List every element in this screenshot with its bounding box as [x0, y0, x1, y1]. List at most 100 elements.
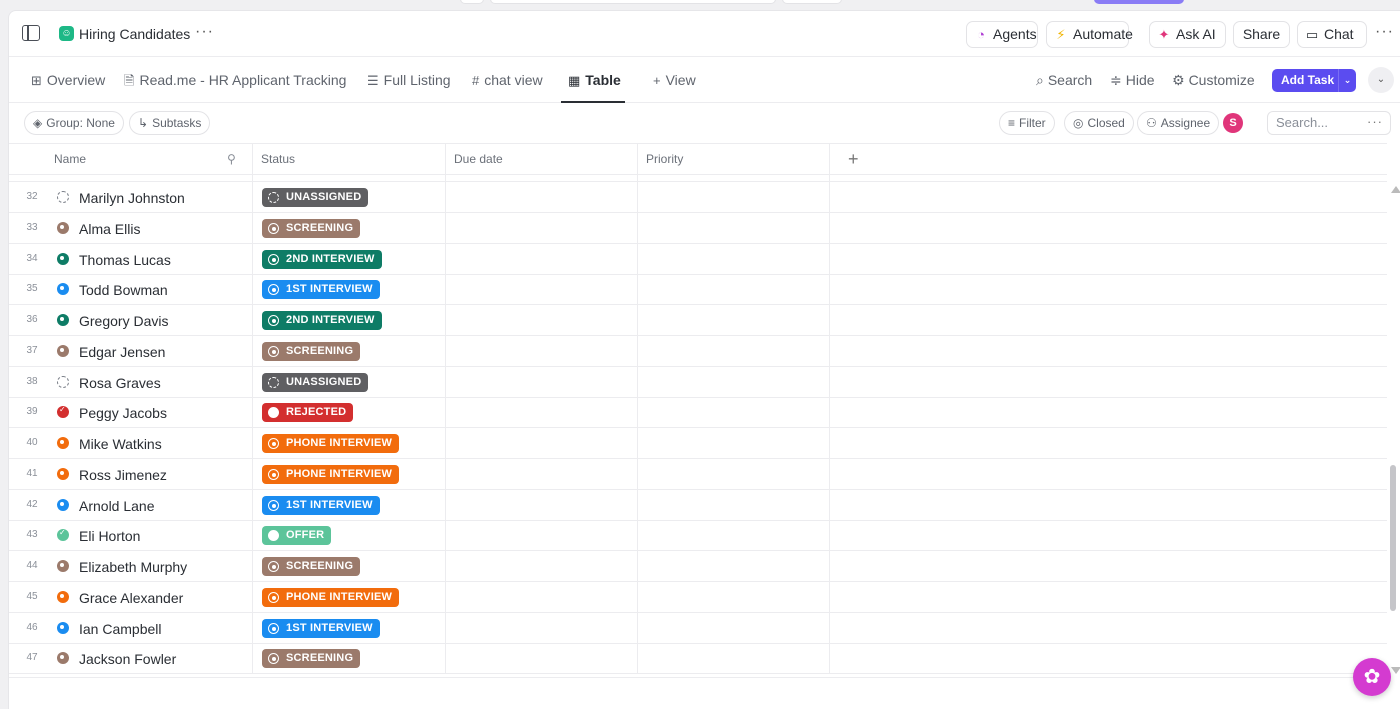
due-date-cell[interactable]: [446, 428, 638, 458]
add-task-button[interactable]: Add Task ⌄: [1272, 69, 1356, 92]
due-date-cell[interactable]: [446, 305, 638, 335]
tab-readme[interactable]: 🗎 Read.me - HR Applicant Tracking: [124, 72, 346, 94]
search-input[interactable]: Search... ···: [1267, 111, 1391, 135]
candidate-name[interactable]: Todd Bowman: [79, 282, 168, 298]
candidate-name[interactable]: Thomas Lucas: [79, 252, 171, 268]
floating-action-button[interactable]: ✿: [1353, 658, 1391, 696]
priority-cell[interactable]: [638, 212, 830, 243]
name-cell[interactable]: 44 Elizabeth Murphy: [9, 551, 253, 581]
name-cell[interactable]: 36 Gregory Davis: [9, 305, 253, 335]
status-badge[interactable]: UNASSIGNED: [262, 188, 369, 207]
status-dot-icon[interactable]: [57, 221, 69, 234]
table-row[interactable]: 39 Peggy Jacobs REJECTED: [9, 397, 1387, 429]
status-dot-icon[interactable]: [57, 528, 69, 542]
status-dot-icon[interactable]: [57, 252, 69, 265]
candidate-name[interactable]: Jackson Fowler: [79, 651, 176, 667]
status-dot-icon[interactable]: [57, 405, 69, 419]
scrollbar-thumb[interactable]: [1390, 465, 1396, 611]
status-dot-icon[interactable]: [57, 652, 69, 665]
status-dot-icon[interactable]: [57, 467, 69, 480]
column-header-name[interactable]: Name ⚲: [9, 144, 253, 175]
priority-cell[interactable]: [638, 274, 830, 305]
status-cell[interactable]: OFFER: [253, 520, 446, 551]
table-row[interactable]: 32 Marilyn Johnston UNASSIGNED: [9, 182, 1387, 213]
name-cell[interactable]: 42 Arnold Lane: [9, 489, 253, 520]
avatar[interactable]: S: [1223, 113, 1243, 133]
candidate-name[interactable]: Edgar Jensen: [79, 344, 165, 360]
candidate-name[interactable]: Arnold Lane: [79, 498, 155, 514]
status-cell[interactable]: SCREENING: [253, 643, 446, 674]
tab-chat-view[interactable]: # chat view: [472, 72, 543, 88]
due-date-cell[interactable]: [446, 612, 638, 643]
status-badge[interactable]: SCREENING: [262, 557, 361, 576]
priority-cell[interactable]: [638, 428, 830, 458]
priority-cell[interactable]: [638, 397, 830, 428]
status-cell[interactable]: PHONE INTERVIEW: [253, 428, 446, 458]
status-badge[interactable]: PHONE INTERVIEW: [262, 464, 400, 484]
tab-table[interactable]: ▦ Table: [568, 72, 621, 89]
search-button[interactable]: ⌕ Search: [1036, 72, 1092, 89]
priority-cell[interactable]: [638, 581, 830, 612]
chevron-down-icon[interactable]: ⌄: [1338, 69, 1356, 92]
table-row[interactable]: 42 Arnold Lane 1ST INTERVIEW: [9, 489, 1387, 521]
status-badge[interactable]: 2ND INTERVIEW: [262, 311, 382, 330]
priority-cell[interactable]: [638, 458, 830, 489]
column-header-due-date[interactable]: Due date: [446, 144, 638, 175]
due-date-cell[interactable]: [446, 182, 638, 212]
group-by-chip[interactable]: ◈ Group: None: [24, 111, 124, 135]
share-button[interactable]: Share: [1233, 21, 1290, 48]
name-cell[interactable]: 38 Rosa Graves: [9, 366, 253, 397]
due-date-cell[interactable]: [446, 335, 638, 366]
pin-icon[interactable]: ⚲: [227, 144, 236, 175]
name-cell[interactable]: 35 Todd Bowman: [9, 274, 253, 305]
page-title[interactable]: Hiring Candidates: [79, 26, 190, 42]
candidate-name[interactable]: Peggy Jacobs: [79, 405, 167, 421]
name-cell[interactable]: 40 Mike Watkins: [9, 428, 253, 458]
tab-overview[interactable]: ⊞ Overview: [31, 72, 105, 89]
status-cell[interactable]: 1ST INTERVIEW: [253, 489, 446, 520]
due-date-cell[interactable]: [446, 489, 638, 520]
name-cell[interactable]: 47 Jackson Fowler: [9, 643, 253, 674]
due-date-cell[interactable]: [446, 551, 638, 581]
sidebar-toggle-icon[interactable]: [22, 25, 40, 41]
due-date-cell[interactable]: [446, 212, 638, 243]
subtasks-chip[interactable]: ↳ Subtasks: [129, 111, 211, 135]
status-cell[interactable]: SCREENING: [253, 212, 446, 243]
column-header-priority[interactable]: Priority: [638, 144, 830, 175]
candidate-name[interactable]: Alma Ellis: [79, 221, 140, 237]
table-row[interactable]: 37 Edgar Jensen SCREENING: [9, 335, 1387, 367]
status-badge[interactable]: SCREENING: [262, 341, 361, 361]
name-cell[interactable]: 41 Ross Jimenez: [9, 458, 253, 489]
status-dot-icon[interactable]: [57, 283, 69, 296]
status-cell[interactable]: 1ST INTERVIEW: [253, 274, 446, 305]
status-dot-icon[interactable]: [57, 344, 69, 357]
candidate-name[interactable]: Ross Jimenez: [79, 467, 167, 483]
status-dot-icon[interactable]: [57, 314, 69, 326]
due-date-cell[interactable]: [446, 366, 638, 397]
status-cell[interactable]: 2ND INTERVIEW: [253, 243, 446, 274]
table-row[interactable]: 41 Ross Jimenez PHONE INTERVIEW: [9, 458, 1387, 490]
name-cell[interactable]: 37 Edgar Jensen: [9, 335, 253, 366]
status-dot-icon[interactable]: [57, 590, 69, 603]
name-cell[interactable]: 32 Marilyn Johnston: [9, 182, 253, 212]
scroll-up-arrow[interactable]: [1391, 186, 1400, 193]
status-badge[interactable]: 1ST INTERVIEW: [262, 618, 380, 638]
status-cell[interactable]: SCREENING: [253, 335, 446, 366]
candidate-name[interactable]: Ian Campbell: [79, 621, 162, 637]
scroll-down-arrow[interactable]: [1391, 667, 1400, 674]
status-cell[interactable]: REJECTED: [253, 397, 446, 428]
table-row[interactable]: 45 Grace Alexander PHONE INTERVIEW: [9, 581, 1387, 613]
due-date-cell[interactable]: [446, 458, 638, 489]
status-cell[interactable]: 2ND INTERVIEW: [253, 305, 446, 335]
status-badge[interactable]: PHONE INTERVIEW: [262, 434, 400, 453]
priority-cell[interactable]: [638, 520, 830, 551]
assignee-chip[interactable]: ⚇ Assignee: [1137, 111, 1220, 135]
due-date-cell[interactable]: [446, 397, 638, 428]
search-more-icon[interactable]: ···: [1367, 111, 1383, 133]
name-cell[interactable]: 43 Eli Horton: [9, 520, 253, 551]
priority-cell[interactable]: [638, 243, 830, 274]
hide-button[interactable]: ≑ Hide: [1110, 72, 1155, 89]
due-date-cell[interactable]: [446, 520, 638, 551]
table-row[interactable]: 35 Todd Bowman 1ST INTERVIEW: [9, 274, 1387, 306]
candidate-name[interactable]: Mike Watkins: [79, 436, 162, 452]
